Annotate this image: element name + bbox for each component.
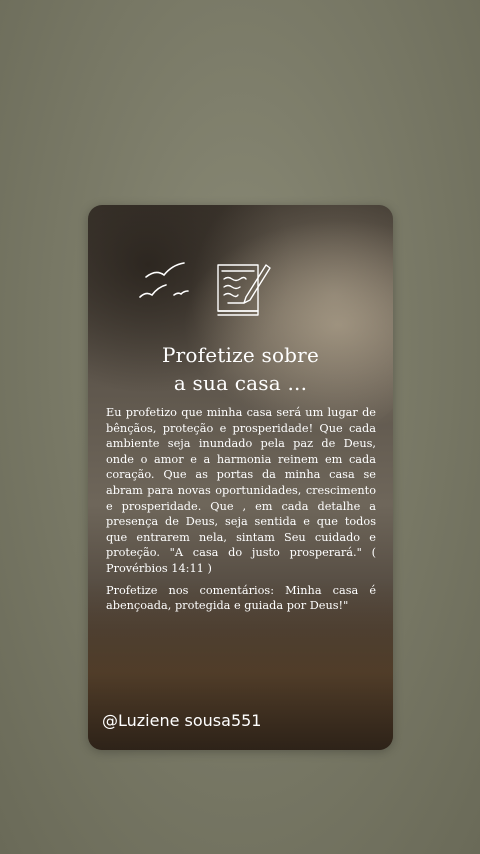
post-body: Eu profetizo que minha casa será um luga…: [106, 405, 376, 620]
post-title-line1: Profetize sobre: [162, 343, 319, 367]
decoration-icons: [139, 262, 271, 316]
prophecy-paragraph: Eu profetizo que minha casa será um luga…: [106, 406, 376, 575]
post-title-line2: a sua casa ...: [173, 371, 308, 395]
call-to-action-paragraph: Profetize nos comentários: Minha casa é …: [106, 583, 376, 613]
writing-paper-icon: [217, 264, 271, 316]
post-card: Profetize sobre a sua casa ... Eu profet…: [88, 205, 393, 750]
birds-icon: [139, 262, 189, 298]
author-watermark: @Luziene sousa551: [102, 711, 262, 730]
